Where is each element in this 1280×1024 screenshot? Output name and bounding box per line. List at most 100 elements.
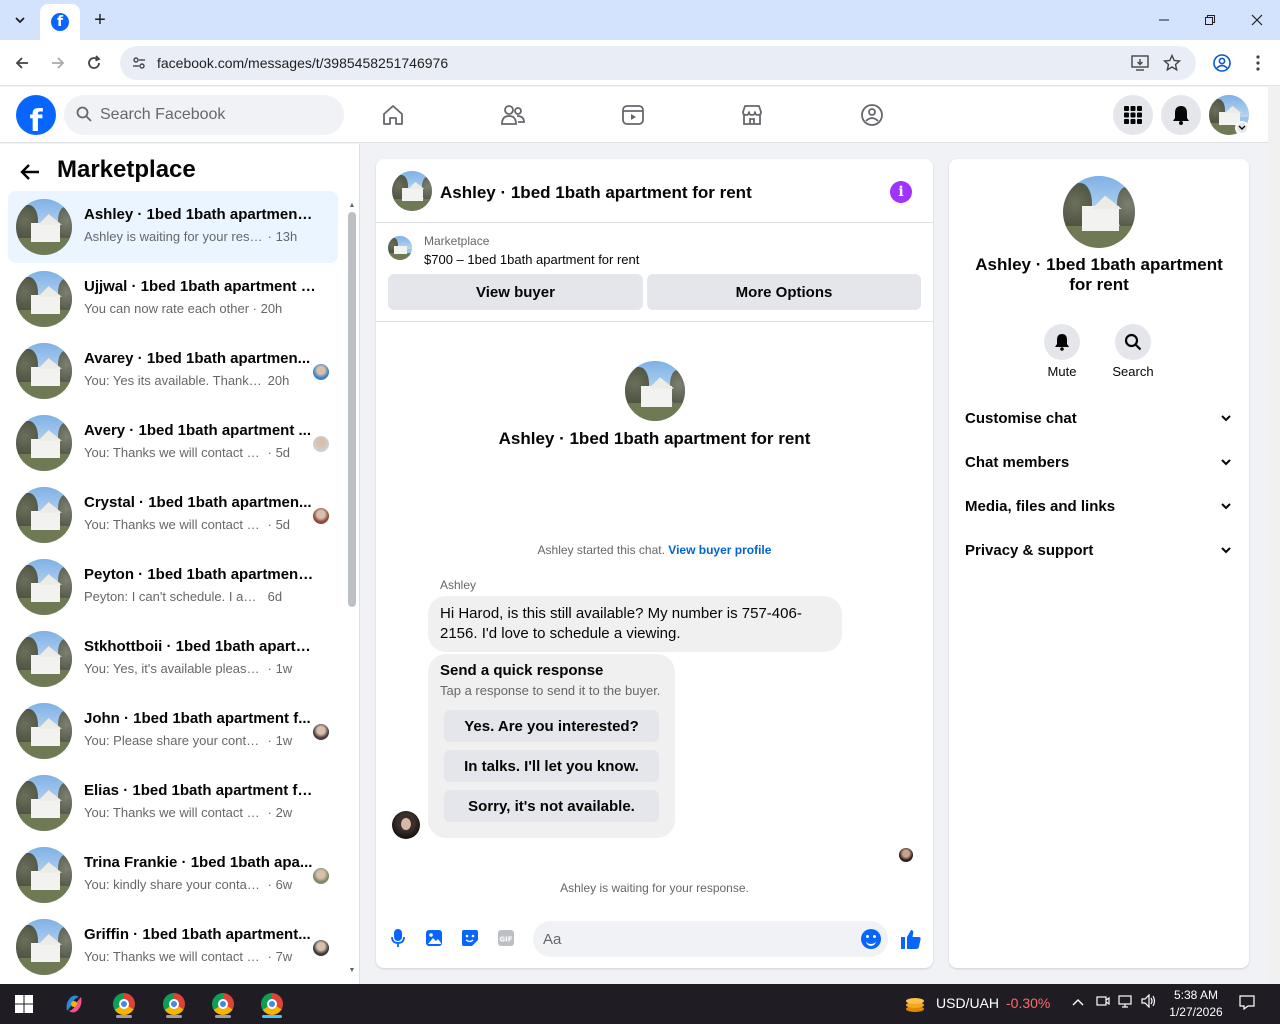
conversation-item[interactable]: Ujjwal · 1bed 1bath apartment fo... You c…	[8, 263, 338, 335]
currency-coins-icon[interactable]	[901, 990, 929, 1018]
message-input[interactable]	[543, 921, 843, 957]
mute-bell-icon[interactable]	[1044, 324, 1080, 360]
url-text[interactable]: facebook.com/messages/t/3985458251746976	[157, 55, 448, 71]
chrome-taskbar-icon-4[interactable]	[258, 990, 286, 1018]
chat-members-section[interactable]: Chat members	[957, 442, 1241, 486]
media-files-links-section[interactable]: Media, files and links	[957, 486, 1241, 530]
chat-listing-thumbnail[interactable]	[392, 171, 432, 211]
details-search-icon[interactable]	[1115, 324, 1151, 360]
groups-icon[interactable]	[856, 99, 888, 131]
friends-icon[interactable]	[497, 99, 529, 131]
conversation-item[interactable]: Avery · 1bed 1bath apartment ... You: Tha…	[8, 407, 338, 479]
conversation-item[interactable]: Griffin · 1bed 1bath apartment... You: Th…	[8, 911, 338, 983]
listing-category: Marketplace	[424, 234, 490, 248]
reload-icon[interactable]	[82, 51, 106, 75]
conversation-item[interactable]: Trina Frankie · 1bed 1bath apa... You: ki…	[8, 839, 338, 911]
more-menu-icon[interactable]	[1246, 51, 1270, 75]
sidebar-title: Marketplace	[57, 156, 196, 183]
gif-icon[interactable]: GIF	[496, 928, 516, 948]
emoji-icon[interactable]	[861, 929, 881, 949]
sidebar-scrollbar[interactable]: ▲ ▼	[347, 202, 357, 984]
ticker-symbol[interactable]: USD/UAH	[936, 995, 999, 1011]
profile-icon[interactable]	[1210, 51, 1234, 75]
notification-center-icon[interactable]	[1239, 994, 1255, 1013]
page-scrollbar[interactable]	[1268, 87, 1280, 984]
conversation-item[interactable]: Elias · 1bed 1bath apartment for ... You:…	[8, 767, 338, 839]
conversation-time: · 5d	[267, 517, 291, 532]
minimize-icon[interactable]	[1152, 8, 1176, 32]
meet-now-icon[interactable]	[1096, 994, 1110, 1011]
mute-action[interactable]: Mute	[1032, 324, 1092, 379]
show-hidden-icons-chevron-up-icon[interactable]	[1072, 994, 1084, 1009]
video-icon[interactable]	[617, 99, 649, 131]
more-options-button[interactable]: More Options	[647, 274, 921, 310]
browser-tab-bar: f +	[0, 0, 1280, 40]
chrome-taskbar-icon-2[interactable]	[160, 990, 188, 1018]
facebook-top-nav: f	[0, 87, 1268, 143]
account-chevron-down-icon[interactable]	[1235, 121, 1249, 135]
notifications-bell-icon[interactable]	[1161, 95, 1201, 135]
sticker-icon[interactable]	[460, 928, 480, 948]
menu-grid-icon[interactable]	[1113, 95, 1153, 135]
thumbs-up-icon[interactable]	[900, 928, 922, 950]
section-label: Media, files and links	[965, 498, 1116, 515]
tab-search-dropdown-icon[interactable]	[8, 8, 32, 32]
conversation-snippet: You: Please share your contact n...	[84, 733, 264, 748]
ticker-change[interactable]: -0.30%	[1006, 995, 1050, 1011]
conversation-preview: Peyton: I can't schedule. I am out of...…	[84, 589, 316, 604]
photo-icon[interactable]	[424, 928, 444, 948]
customise-chat-section[interactable]: Customise chat	[957, 398, 1241, 442]
volume-icon[interactable]	[1141, 993, 1157, 1011]
view-buyer-profile-link[interactable]: View buyer profile	[668, 543, 771, 557]
listing-thumbnail[interactable]	[388, 236, 412, 260]
quick-response-in-talks-button[interactable]: In talks. I'll let you know.	[444, 750, 659, 782]
conversation-item[interactable]: Avarey · 1bed 1bath apartmen... You: Yes …	[8, 335, 338, 407]
message-input-box[interactable]	[533, 921, 888, 957]
windows-start-icon[interactable]	[10, 990, 38, 1018]
site-settings-icon[interactable]	[130, 54, 148, 72]
back-icon[interactable]	[10, 51, 34, 75]
microphone-icon[interactable]	[388, 928, 408, 948]
conversation-item[interactable]: Ashley · 1bed 1bath apartment f... Ashley…	[8, 191, 338, 263]
back-arrow-icon[interactable]	[20, 160, 44, 184]
conversation-thumbnail	[16, 847, 72, 903]
install-app-icon[interactable]	[1130, 53, 1150, 73]
new-tab-icon[interactable]: +	[88, 8, 112, 32]
conversation-item[interactable]: Stkhottboii · 1bed 1bath apartm... You: Y…	[8, 623, 338, 695]
conversation-item[interactable]: Crystal · 1bed 1bath apartmen... You: Tha…	[8, 479, 338, 551]
conversation-preview: You can now rate each other · 20h	[84, 301, 316, 316]
conversation-preview: You: Thanks we will contact soon w... · …	[84, 805, 316, 820]
conversation-time: · 2w	[267, 805, 293, 820]
chrome-taskbar-icon-1[interactable]	[110, 990, 138, 1018]
chat-title[interactable]: Ashley · 1bed 1bath apartment for rent	[440, 183, 752, 203]
conversation-item[interactable]: John · 1bed 1bath apartment f... You: Ple…	[8, 695, 338, 767]
address-bar[interactable]: facebook.com/messages/t/3985458251746976	[120, 46, 1196, 80]
marketplace-icon[interactable]	[736, 99, 768, 131]
sender-avatar[interactable]	[392, 811, 420, 839]
close-window-icon[interactable]	[1245, 8, 1269, 32]
chrome-taskbar-icon-3[interactable]	[209, 990, 237, 1018]
conversation-item[interactable]: Peyton · 1bed 1bath apartment f... Peyton…	[8, 551, 338, 623]
quick-response-not-available-button[interactable]: Sorry, it's not available.	[444, 790, 659, 822]
conversation-time: 20h	[267, 373, 290, 388]
network-icon[interactable]	[1118, 994, 1134, 1011]
system-clock[interactable]: 5:38 AM 1/27/2026	[1166, 987, 1226, 1021]
facebook-logo[interactable]: f	[16, 95, 56, 135]
home-icon[interactable]	[377, 99, 409, 131]
facebook-search[interactable]	[64, 95, 344, 135]
scroll-down-arrow-icon[interactable]: ▼	[347, 967, 357, 974]
bookmark-star-icon[interactable]	[1162, 53, 1182, 73]
restore-icon[interactable]	[1198, 8, 1222, 32]
info-icon[interactable]: i	[890, 181, 912, 203]
quick-response-yes-button[interactable]: Yes. Are you interested?	[444, 710, 659, 742]
copilot-icon[interactable]	[60, 990, 88, 1018]
scroll-up-arrow-icon[interactable]: ▲	[347, 202, 357, 209]
search-action[interactable]: Search	[1103, 324, 1163, 379]
facebook-search-input[interactable]	[100, 95, 330, 135]
view-buyer-button[interactable]: View buyer	[388, 274, 643, 310]
scroll-thumb[interactable]	[348, 212, 356, 607]
browser-tab-facebook[interactable]: f	[40, 4, 80, 40]
conversation-title: Crystal · 1bed 1bath apartmen...	[84, 494, 312, 511]
forward-icon[interactable]	[46, 51, 70, 75]
privacy-support-section[interactable]: Privacy & support	[957, 530, 1241, 574]
